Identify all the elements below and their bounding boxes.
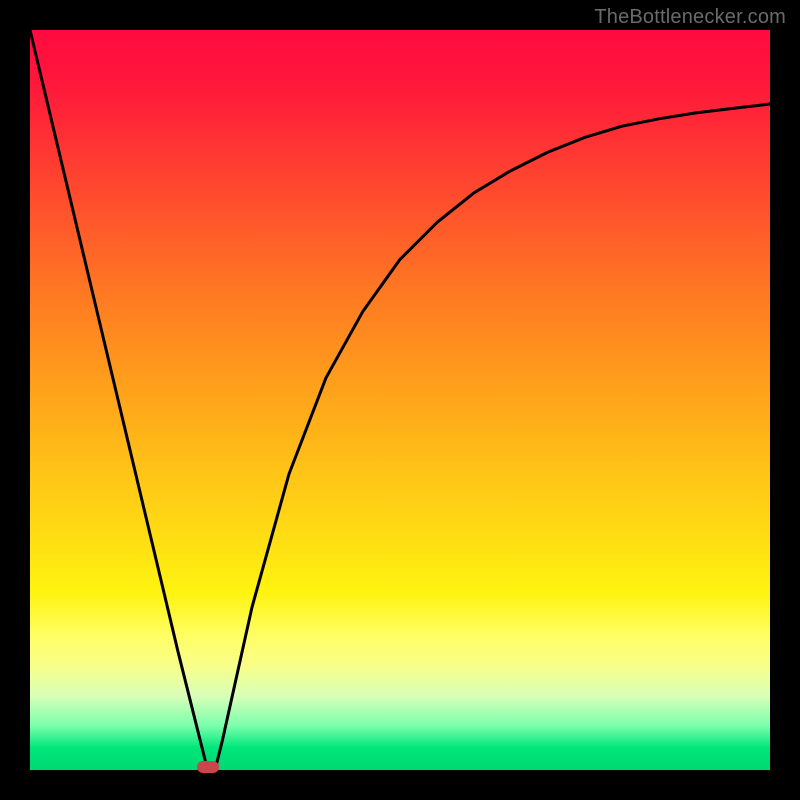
- watermark-text: TheBottlenecker.com: [594, 6, 786, 29]
- chart-frame: [30, 30, 770, 770]
- curve-path: [30, 30, 770, 770]
- optimal-point-marker: [197, 761, 219, 773]
- bottleneck-curve: [30, 30, 770, 770]
